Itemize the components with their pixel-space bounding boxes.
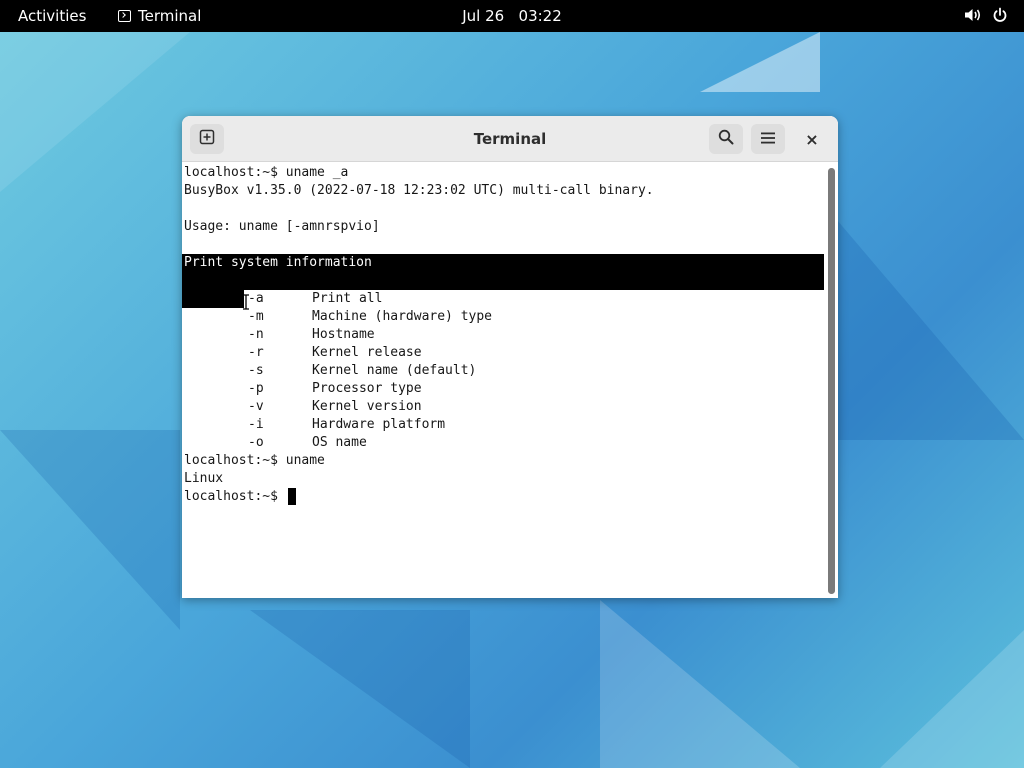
terminal-window: Terminal × localhost:~$ uname _a BusyBox… <box>182 116 838 598</box>
option-flag: -i <box>248 417 264 432</box>
wallpaper-shard <box>250 610 470 768</box>
wallpaper-shard <box>0 430 180 630</box>
clock[interactable]: Jul 26 03:22 <box>0 7 1024 25</box>
option-flag: -p <box>248 381 264 396</box>
top-bar: Activities Terminal Jul 26 03:22 <box>0 0 1024 32</box>
option-description: OS name <box>312 435 367 450</box>
option-description: Kernel name (default) <box>312 363 477 378</box>
terminal-prompt: localhost:~$ <box>184 489 286 504</box>
option-description: Processor type <box>312 381 422 396</box>
search-button[interactable] <box>709 124 743 154</box>
terminal-line: localhost:~$ uname <box>184 453 325 468</box>
main-menu-button[interactable] <box>751 124 785 154</box>
search-icon <box>718 129 734 149</box>
text-selection <box>182 290 244 308</box>
terminal-line: Print system information <box>184 255 372 270</box>
option-flag: -r <box>248 345 264 360</box>
power-icon[interactable] <box>992 7 1008 23</box>
system-tray[interactable] <box>964 7 1008 23</box>
hamburger-menu-icon <box>760 130 776 149</box>
scrollbar-thumb[interactable] <box>828 168 835 594</box>
option-description: Machine (hardware) type <box>312 309 493 324</box>
option-description: Hostname <box>312 327 375 342</box>
option-description: Kernel release <box>312 345 422 360</box>
option-description: Print all <box>312 291 383 306</box>
wallpaper-shard <box>880 630 1024 768</box>
close-icon: × <box>805 129 819 149</box>
option-flag: -o <box>248 435 264 450</box>
option-flag: -n <box>248 327 264 342</box>
terminal-line: Linux <box>184 471 224 486</box>
option-flag: -m <box>248 309 264 324</box>
clock-date: Jul 26 <box>462 7 505 25</box>
clock-time: 03:22 <box>518 7 562 25</box>
option-description: Hardware platform <box>312 417 446 432</box>
option-flag: -s <box>248 363 264 378</box>
wallpaper-shard <box>600 600 800 768</box>
option-flag: -v <box>248 399 264 414</box>
volume-icon[interactable] <box>964 7 982 23</box>
terminal-line: localhost:~$ uname _a <box>184 165 349 180</box>
ibeam-cursor-icon <box>242 294 250 310</box>
terminal-content[interactable]: localhost:~$ uname _a BusyBox v1.35.0 (2… <box>182 162 826 598</box>
terminal-line: Usage: uname [-amnrspvio] <box>184 219 380 234</box>
wallpaper-shard <box>0 32 190 192</box>
option-description: Kernel version <box>312 399 422 414</box>
close-button[interactable]: × <box>799 126 825 152</box>
wallpaper-shard <box>700 32 820 92</box>
header-bar: Terminal × <box>182 116 838 162</box>
text-cursor <box>288 488 296 505</box>
terminal-line: BusyBox v1.35.0 (2022-07-18 12:23:02 UTC… <box>184 183 654 198</box>
option-flag: -a <box>248 291 264 306</box>
wallpaper-shard <box>820 200 1024 440</box>
